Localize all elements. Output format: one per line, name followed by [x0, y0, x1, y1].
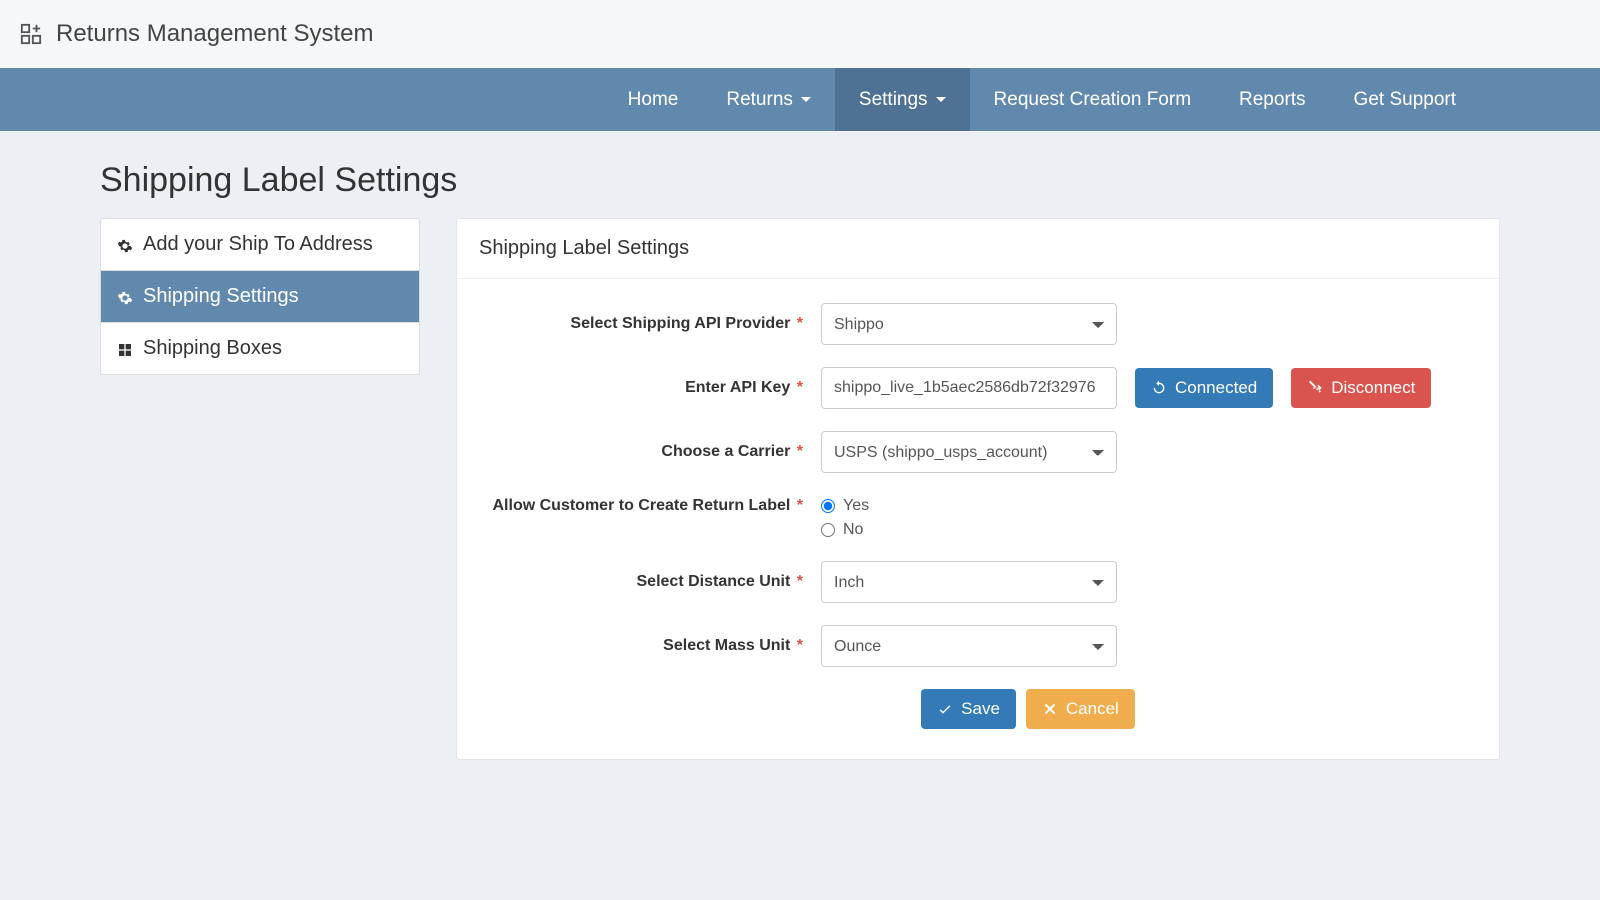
- cancel-button[interactable]: Cancel: [1026, 689, 1135, 729]
- radio-input-no[interactable]: [821, 523, 835, 537]
- label-api-key: Enter API Key *: [481, 377, 821, 399]
- radio-label: No: [843, 521, 863, 539]
- label-text: Enter API Key: [685, 379, 790, 396]
- nav-label: Settings: [859, 89, 928, 111]
- radio-no[interactable]: No: [821, 521, 869, 539]
- nav-reports[interactable]: Reports: [1215, 68, 1330, 131]
- label-text: Select Shipping API Provider: [570, 315, 790, 332]
- select-carrier[interactable]: USPS (shippo_usps_account): [821, 431, 1117, 473]
- row-provider: Select Shipping API Provider * Shippo: [481, 303, 1475, 345]
- label-provider: Select Shipping API Provider *: [481, 313, 821, 335]
- save-button[interactable]: Save: [921, 689, 1016, 729]
- label-text: Choose a Carrier: [661, 443, 790, 460]
- nav-label: Request Creation Form: [994, 89, 1191, 111]
- sidebar-item-shipping-boxes[interactable]: Shipping Boxes: [101, 323, 419, 374]
- nav-label: Get Support: [1354, 89, 1456, 111]
- required-asterisk: *: [792, 573, 803, 590]
- sidebar-item-shipping-settings[interactable]: Shipping Settings: [101, 271, 419, 323]
- app-logo-icon: [20, 23, 42, 45]
- main-panel: Shipping Label Settings Select Shipping …: [456, 218, 1500, 760]
- page-body: Shipping Label Settings Add your Ship To…: [0, 131, 1600, 790]
- label-distance-unit: Select Distance Unit *: [481, 571, 821, 593]
- required-asterisk: *: [792, 443, 803, 460]
- nav-get-support[interactable]: Get Support: [1330, 68, 1480, 131]
- nav-label: Returns: [726, 89, 793, 111]
- radio-group-allow-label: Yes No: [821, 495, 869, 539]
- nav-label: Home: [628, 89, 679, 111]
- gear-icon: [117, 237, 133, 253]
- radio-label: Yes: [843, 497, 869, 515]
- label-carrier: Choose a Carrier *: [481, 441, 821, 463]
- layout: Add your Ship To Address Shipping Settin…: [100, 218, 1500, 760]
- check-icon: [937, 701, 953, 717]
- required-asterisk: *: [792, 315, 803, 332]
- select-distance-unit[interactable]: Inch: [821, 561, 1117, 603]
- required-asterisk: *: [792, 637, 803, 654]
- form-actions: Save Cancel: [581, 689, 1475, 729]
- grid-icon: [117, 341, 133, 357]
- button-label: Save: [961, 699, 1000, 719]
- panel-header: Shipping Label Settings: [457, 219, 1499, 279]
- required-asterisk: *: [792, 497, 803, 514]
- label-text: Select Mass Unit: [663, 637, 790, 654]
- nav-request-creation-form[interactable]: Request Creation Form: [970, 68, 1215, 131]
- settings-form: Select Shipping API Provider * Shippo En…: [457, 279, 1499, 729]
- sidebar-item-label: Shipping Settings: [143, 285, 299, 308]
- chevron-down-icon: [936, 97, 946, 102]
- row-carrier: Choose a Carrier * USPS (shippo_usps_acc…: [481, 431, 1475, 473]
- connected-button[interactable]: Connected: [1135, 368, 1273, 408]
- label-allow-return-label: Allow Customer to Create Return Label *: [481, 495, 821, 517]
- topbar: Returns Management System: [0, 0, 1600, 68]
- row-distance: Select Distance Unit * Inch: [481, 561, 1475, 603]
- page-title: Shipping Label Settings: [100, 161, 1500, 200]
- button-label: Disconnect: [1331, 378, 1415, 398]
- app-logo: Returns Management System: [20, 20, 373, 48]
- label-text: Allow Customer to Create Return Label: [493, 497, 791, 514]
- required-asterisk: *: [792, 379, 803, 396]
- navbar: Home Returns Settings Request Creation F…: [0, 68, 1600, 131]
- app-title: Returns Management System: [56, 20, 373, 48]
- refresh-icon: [1151, 380, 1167, 396]
- nav-label: Reports: [1239, 89, 1306, 111]
- input-api-key[interactable]: [821, 367, 1117, 409]
- radio-input-yes[interactable]: [821, 499, 835, 513]
- button-label: Connected: [1175, 378, 1257, 398]
- settings-sidebar: Add your Ship To Address Shipping Settin…: [100, 218, 420, 375]
- row-api-key: Enter API Key * Connected: [481, 367, 1475, 409]
- unlink-icon: [1307, 380, 1323, 396]
- close-icon: [1042, 701, 1058, 717]
- select-provider[interactable]: Shippo: [821, 303, 1117, 345]
- sidebar-item-label: Shipping Boxes: [143, 337, 282, 360]
- nav-home[interactable]: Home: [604, 68, 703, 131]
- button-label: Cancel: [1066, 699, 1119, 719]
- label-text: Select Distance Unit: [637, 573, 791, 590]
- gear-icon: [117, 289, 133, 305]
- label-mass-unit: Select Mass Unit *: [481, 635, 821, 657]
- select-mass-unit[interactable]: Ounce: [821, 625, 1117, 667]
- row-allow-label: Allow Customer to Create Return Label * …: [481, 495, 1475, 539]
- sidebar-item-label: Add your Ship To Address: [143, 233, 373, 256]
- nav-returns[interactable]: Returns: [702, 68, 835, 131]
- radio-yes[interactable]: Yes: [821, 497, 869, 515]
- row-mass: Select Mass Unit * Ounce: [481, 625, 1475, 667]
- disconnect-button[interactable]: Disconnect: [1291, 368, 1431, 408]
- chevron-down-icon: [801, 97, 811, 102]
- sidebar-item-ship-to-address[interactable]: Add your Ship To Address: [101, 219, 419, 271]
- nav-settings[interactable]: Settings: [835, 68, 970, 131]
